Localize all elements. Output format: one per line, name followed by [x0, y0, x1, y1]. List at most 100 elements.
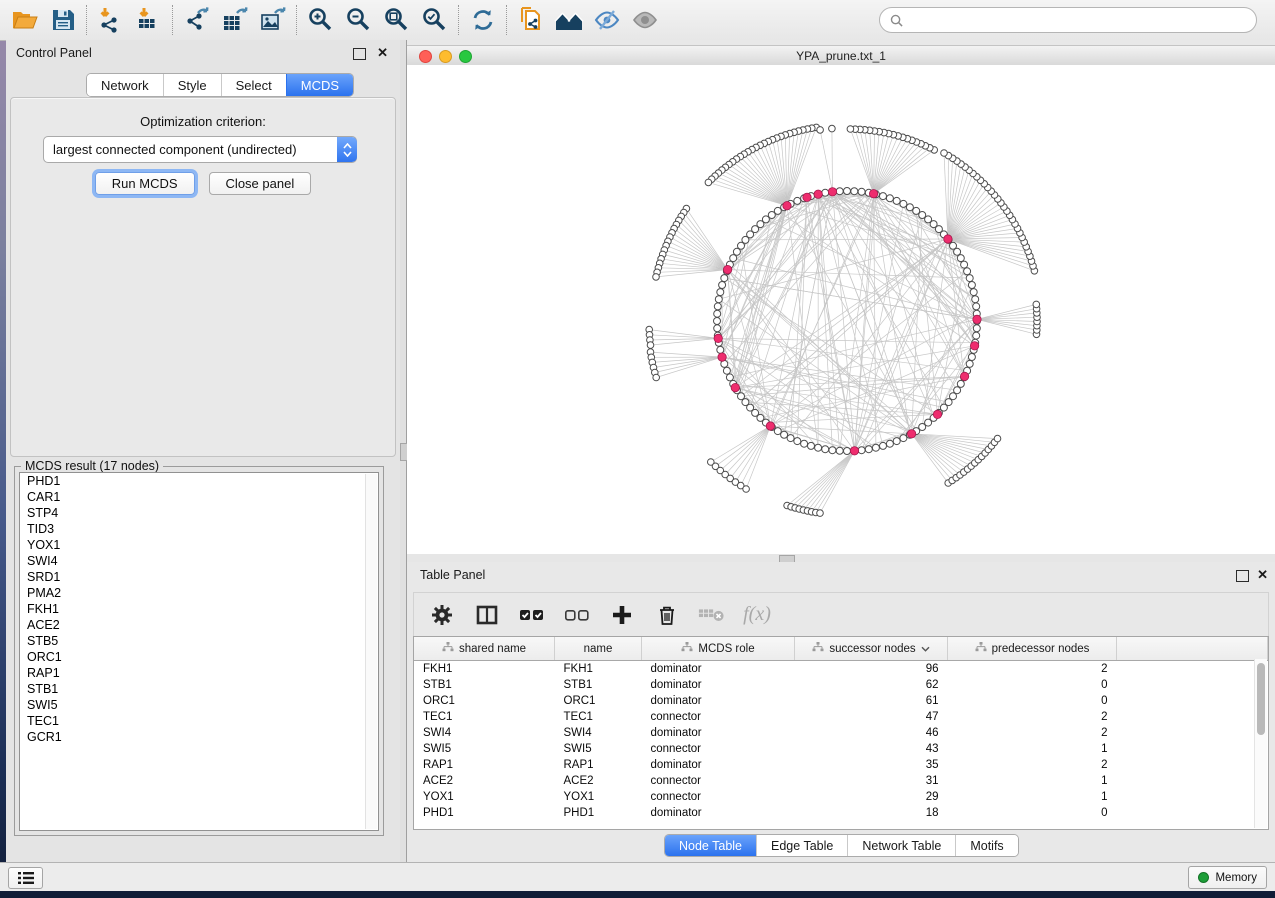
- tab-edge-table[interactable]: Edge Table: [756, 835, 847, 856]
- new-network-from-selection-icon[interactable]: [512, 4, 550, 36]
- column-type-icon: [681, 642, 693, 655]
- sort-chevron-icon[interactable]: [921, 643, 930, 655]
- network-graph[interactable]: [407, 65, 1275, 554]
- tab-node-table[interactable]: Node Table: [665, 835, 756, 856]
- mcds-result-title: MCDS result (17 nodes): [21, 459, 163, 473]
- table-row[interactable]: ORC1 ORC1 dominator 61 0: [414, 693, 1268, 709]
- table-scrollbar[interactable]: [1254, 659, 1267, 828]
- table-row[interactable]: SWI5 SWI5 connector 43 1: [414, 741, 1268, 757]
- table-row[interactable]: FKH1 FKH1 dominator 96 2: [414, 661, 1268, 678]
- table-row[interactable]: RAP1 RAP1 dominator 35 2: [414, 757, 1268, 773]
- status-bar: Memory: [0, 862, 1275, 891]
- table-toolbar: f(x): [413, 592, 1269, 636]
- select-all-rows-icon[interactable]: [518, 601, 546, 629]
- table-row[interactable]: ACE2 ACE2 connector 31 1: [414, 773, 1268, 789]
- table-float-panel-icon[interactable]: [1236, 570, 1249, 582]
- mcds-result-item[interactable]: PHD1: [20, 473, 378, 489]
- mcds-result-item[interactable]: FKH1: [20, 601, 378, 617]
- tab-mcds[interactable]: MCDS: [286, 74, 353, 96]
- first-neighbors-icon[interactable]: [550, 4, 588, 36]
- mcds-result-item[interactable]: ORC1: [20, 649, 378, 665]
- network-window-titlebar[interactable]: YPA_prune.txt_1: [407, 45, 1275, 66]
- table-row[interactable]: PHD1 PHD1 dominator 18 0: [414, 805, 1268, 821]
- column-header-MCDS-role[interactable]: MCDS role: [642, 637, 795, 661]
- zoom-selected-icon[interactable]: [416, 4, 454, 36]
- export-network-icon[interactable]: [178, 4, 216, 36]
- import-network-icon[interactable]: [92, 4, 130, 36]
- table-settings-gear-icon[interactable]: [428, 601, 456, 629]
- tab-network-table[interactable]: Network Table: [847, 835, 955, 856]
- zoom-in-icon[interactable]: [302, 4, 340, 36]
- column-header-shared-name[interactable]: shared name: [414, 637, 555, 661]
- split-panel-icon[interactable]: [473, 601, 501, 629]
- vertical-splitter[interactable]: [400, 40, 407, 862]
- tab-select[interactable]: Select: [221, 74, 286, 96]
- memory-button[interactable]: Memory: [1188, 866, 1267, 889]
- search-input[interactable]: [909, 12, 1246, 28]
- mcds-result-item[interactable]: STB5: [20, 633, 378, 649]
- network-canvas[interactable]: [407, 65, 1275, 554]
- tab-network[interactable]: Network: [87, 74, 163, 96]
- tab-style[interactable]: Style: [163, 74, 221, 96]
- mcds-result-item[interactable]: RAP1: [20, 665, 378, 681]
- open-file-icon[interactable]: [6, 4, 44, 36]
- table-row[interactable]: TEC1 TEC1 connector 47 2: [414, 709, 1268, 725]
- table-panel-titlebar: Table Panel ✕: [407, 562, 1275, 588]
- mcds-result-item[interactable]: CAR1: [20, 489, 378, 505]
- mcds-result-item[interactable]: SRD1: [20, 569, 378, 585]
- task-history-button[interactable]: [8, 867, 43, 889]
- zoom-fit-icon[interactable]: [378, 4, 416, 36]
- table-row[interactable]: YOX1 YOX1 connector 29 1: [414, 789, 1268, 805]
- toolbar-separator: [86, 5, 88, 35]
- table-panel-title: Table Panel: [420, 568, 485, 582]
- dropdown-stepper-icon: [337, 137, 357, 162]
- result-list-scrollbar[interactable]: [365, 474, 377, 829]
- network-view-frame: YPA_prune.txt_1: [407, 40, 1275, 554]
- column-header-name[interactable]: name: [555, 637, 642, 661]
- tab-motifs[interactable]: Motifs: [955, 835, 1017, 856]
- horizontal-splitter[interactable]: [407, 554, 1275, 562]
- mcds-result-item[interactable]: TID3: [20, 521, 378, 537]
- search-box[interactable]: [879, 7, 1257, 33]
- control-panel-title: Control Panel: [16, 46, 92, 60]
- hide-selected-icon[interactable]: [588, 4, 626, 36]
- save-session-icon[interactable]: [44, 4, 82, 36]
- deselect-all-rows-icon[interactable]: [563, 601, 591, 629]
- export-table-icon[interactable]: [216, 4, 254, 36]
- delete-column-icon[interactable]: [653, 601, 681, 629]
- mcds-result-item[interactable]: GCR1: [20, 729, 378, 745]
- column-header-predecessor-nodes[interactable]: predecessor nodes: [948, 637, 1117, 661]
- float-panel-icon[interactable]: [353, 48, 366, 60]
- refresh-layout-icon[interactable]: [464, 4, 502, 36]
- delete-table-icon: [698, 601, 726, 629]
- run-mcds-button[interactable]: Run MCDS: [95, 172, 195, 195]
- mcds-result-item[interactable]: PMA2: [20, 585, 378, 601]
- mcds-result-item[interactable]: STB1: [20, 681, 378, 697]
- add-column-icon[interactable]: [608, 601, 636, 629]
- zoom-out-icon[interactable]: [340, 4, 378, 36]
- column-type-icon: [812, 642, 824, 655]
- criterion-dropdown[interactable]: largest connected component (undirected): [43, 136, 357, 163]
- table-row[interactable]: STB1 STB1 dominator 62 0: [414, 677, 1268, 693]
- mcds-result-list[interactable]: PHD1CAR1STP4TID3YOX1SWI4SRD1PMA2FKH1ACE2…: [19, 472, 379, 831]
- mcds-result-item[interactable]: STP4: [20, 505, 378, 521]
- close-panel-icon[interactable]: ✕: [377, 46, 388, 60]
- table-row[interactable]: SWI4 SWI4 dominator 46 2: [414, 725, 1268, 741]
- column-type-icon: [442, 642, 454, 655]
- mcds-result-item[interactable]: SWI4: [20, 553, 378, 569]
- mcds-result-item[interactable]: ACE2: [20, 617, 378, 633]
- export-image-icon[interactable]: [254, 4, 292, 36]
- column-header-successor-nodes[interactable]: successor nodes: [795, 637, 948, 661]
- mcds-result-item[interactable]: SWI5: [20, 697, 378, 713]
- show-all-icon[interactable]: [626, 4, 664, 36]
- optimization-criterion-label: Optimization criterion:: [11, 114, 395, 129]
- mcds-tab-content: Optimization criterion: largest connecte…: [10, 97, 396, 457]
- table-close-panel-icon[interactable]: ✕: [1257, 568, 1268, 582]
- mcds-result-groupbox: MCDS result (17 nodes) PHD1CAR1STP4TID3Y…: [14, 466, 384, 836]
- mcds-result-item[interactable]: TEC1: [20, 713, 378, 729]
- column-header-empty[interactable]: [1117, 637, 1268, 661]
- close-panel-button[interactable]: Close panel: [209, 172, 312, 195]
- table-scrollbar-thumb[interactable]: [1257, 663, 1265, 735]
- mcds-result-item[interactable]: YOX1: [20, 537, 378, 553]
- import-table-icon[interactable]: [130, 4, 168, 36]
